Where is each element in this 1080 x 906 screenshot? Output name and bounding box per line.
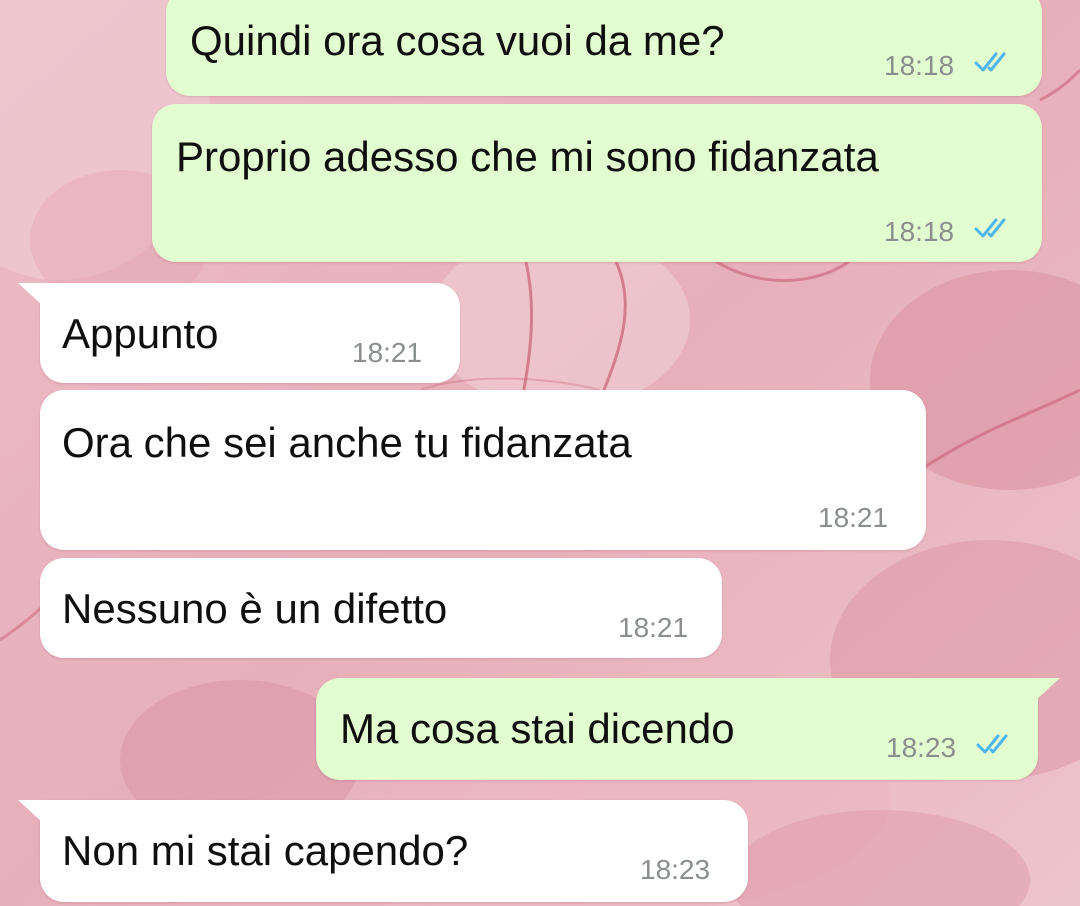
outgoing-message-bubble[interactable]: Proprio adesso che mi sono fidanzata 18:… xyxy=(152,104,1042,262)
message-timestamp: 18:18 xyxy=(884,50,955,81)
outgoing-message-bubble[interactable]: Ma cosa stai dicendo 18:23 xyxy=(316,678,1060,780)
message-text: Quindi ora cosa vuoi da me? xyxy=(190,17,725,64)
message-list[interactable]: Quindi ora cosa vuoi da me? 18:18 Propri… xyxy=(0,0,1080,906)
message-text: Appunto xyxy=(62,310,219,357)
incoming-message-bubble[interactable]: Non mi stai capendo? 18:23 xyxy=(18,800,748,902)
message-timestamp: 18:23 xyxy=(886,732,957,763)
incoming-message-bubble[interactable]: Ora che sei anche tu fidanzata 18:21 xyxy=(40,390,926,550)
double-check-read-icon xyxy=(974,216,1016,240)
incoming-message-bubble[interactable]: Appunto 18:21 xyxy=(18,283,460,383)
double-check-read-icon xyxy=(974,50,1016,74)
message-timestamp: 18:21 xyxy=(352,337,423,368)
outgoing-message-bubble[interactable]: Quindi ora cosa vuoi da me? 18:18 xyxy=(166,0,1042,96)
message-timestamp: 18:18 xyxy=(884,216,955,247)
message-timestamp: 18:21 xyxy=(618,612,689,643)
message-timestamp: 18:23 xyxy=(640,854,711,885)
message-text: Non mi stai capendo? xyxy=(62,827,469,874)
message-text: Ora che sei anche tu fidanzata xyxy=(62,419,632,466)
message-text: Ma cosa stai dicendo xyxy=(340,705,735,752)
incoming-message-bubble[interactable]: Nessuno è un difetto 18:21 xyxy=(40,558,722,658)
message-timestamp: 18:21 xyxy=(818,502,889,533)
double-check-read-icon xyxy=(976,732,1018,756)
message-text: Nessuno è un difetto xyxy=(62,585,448,632)
message-text: Proprio adesso che mi sono fidanzata xyxy=(176,133,879,180)
